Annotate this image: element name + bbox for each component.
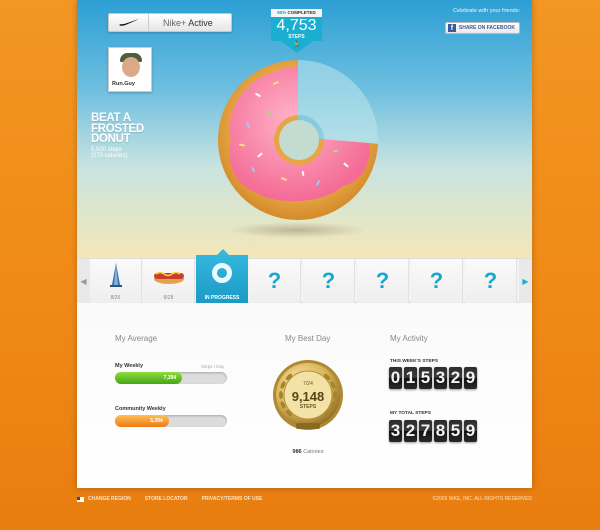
store-locator-link[interactable]: STORE LOCATOR [145,496,188,502]
my-average-title: My Average [115,334,158,343]
question-icon: ? [483,268,498,293]
challenge-title-1: BEAT A [91,112,131,124]
best-day-date: 7/24 [303,381,313,387]
brand-name: Active [188,17,213,28]
carousel-item-date: 8/26 [110,295,121,301]
calories-value: 986 [292,449,302,455]
challenge-title-3: DONUT [91,133,131,145]
community-weekly-bar: 5,394 [115,415,169,427]
counter-digit: 7 [419,420,432,442]
calories-label: Calories [303,449,324,455]
carousel-item-status: IN PROGRESS [204,295,240,301]
hotdog-icon [154,271,184,284]
community-weekly-label: Community Weekly [115,406,166,412]
my-activity-title: My Activity [390,334,428,343]
my-weekly-value: 7,394 [163,375,177,381]
question-icon: ? [267,268,282,293]
donut-shadow [227,222,367,238]
avatar [112,51,148,79]
challenge-info: BEAT A FROSTED DONUT 5,500 steps (270 ca… [91,113,144,159]
flag-icon [77,496,84,502]
counter-digit: 5 [419,367,432,389]
counter-digit: 2 [449,367,462,389]
best-day-steps: 9,148 [291,389,325,404]
counter-digit: 9 [464,420,477,442]
hero-section: Nike+ Active Run.Guy 80% COMPLETED 4,753… [77,0,532,258]
privacy-terms-link[interactable]: PRIVACY/TERMS OF USE [202,496,263,502]
best-day-title: My Best Day [285,334,331,343]
week-steps-counter: 0 1 5 3 2 9 [389,367,477,389]
goal-progress-badge: 80% COMPLETED 4,753 STEPS 🏃 [271,9,322,53]
main-panel: Nike+ Active Run.Guy 80% COMPLETED 4,753… [77,0,532,488]
carousel-next-button[interactable]: ▶ [519,259,532,304]
goal-steps-value: 4,753 [276,17,317,34]
question-icon: ? [321,268,336,293]
question-icon: ? [375,268,390,293]
nike-swoosh-icon [109,14,149,31]
counter-digit: 9 [464,367,477,389]
share-prompt: Celebrate with your friends: [453,8,520,14]
week-steps-label: THIS WEEK'S STEPS [390,359,439,364]
total-steps-label: MY TOTAL STEPS [390,411,431,416]
counter-digit: 8 [434,420,447,442]
counter-digit: 5 [449,420,462,442]
carousel-item-locked[interactable]: ? [249,259,301,304]
stats-section: My Average My Weekly Steps / Day 7,394 C… [77,303,532,488]
community-weekly-value: 5,394 [150,418,163,424]
brand-prefix: Nike+ [163,17,187,28]
best-day-medal: 7/24 9,148 STEPS [272,359,344,431]
carousel-item-date: 8/28 [163,295,174,301]
footer-links: CHANGE REGION STORE LOCATOR PRIVACY/TERM… [77,496,276,502]
carousel-item-hotdog[interactable]: 8/28 [143,259,195,304]
goal-percent-label: 80% COMPLETED [271,9,322,17]
profile-card[interactable]: Run.Guy [108,47,152,92]
carousel-item-donut-active[interactable]: IN PROGRESS [196,249,248,304]
challenge-carousel: ◀ 8/26 8/28 IN PROGRESS ? ? ? ? ? ▶ [77,249,532,304]
counter-digit: 3 [434,367,447,389]
best-day-unit: STEPS [299,404,317,410]
challenge-calories: (270 calories) [91,152,128,159]
my-weekly-bar-track: 7,394 [115,372,227,384]
counter-digit: 2 [404,420,417,442]
carousel-item-locked[interactable]: ? [465,259,517,304]
copyright: ©2009 NIKE, INC. ALL RIGHTS RESERVED [432,496,532,502]
total-steps-counter: 3 2 7 8 5 9 [389,420,477,442]
my-weekly-label: My Weekly [115,363,144,369]
steps-per-day-hint: Steps / Day [201,364,225,369]
change-region-link[interactable]: CHANGE REGION [88,496,131,502]
donut-icon [212,263,232,283]
runner-icon: 🏃 [292,42,301,49]
my-weekly-bar: 7,394 [115,372,183,384]
share-facebook-button[interactable]: f SHARE ON FACEBOOK [444,22,520,34]
counter-digit: 3 [389,420,402,442]
carousel-item-locked[interactable]: ? [357,259,409,304]
nike-plus-tab[interactable]: Nike+ Active [108,13,232,32]
facebook-icon: f [447,24,456,32]
carousel-prev-button[interactable]: ◀ [77,259,90,304]
carousel-item-locked[interactable]: ? [411,259,463,304]
counter-digit: 1 [404,367,417,389]
brand-label: Nike+ Active [149,18,213,28]
carousel-item-locked[interactable]: ? [303,259,355,304]
carousel-item-tower[interactable]: 8/26 [90,259,142,304]
tower-icon [110,263,122,287]
counter-digit: 0 [389,367,402,389]
goal-steps-unit: STEPS [288,34,305,40]
footer: CHANGE REGION STORE LOCATOR PRIVACY/TERM… [0,488,600,530]
share-button-label: SHARE ON FACEBOOK [458,25,515,31]
share-area: Celebrate with your friends: f SHARE ON … [444,8,520,35]
profile-name: Run.Guy [112,81,135,87]
community-weekly-bar-track: 5,394 [115,415,227,427]
best-day-calories: 986 Calories [265,449,351,455]
donut-illustration [218,60,378,220]
question-icon: ? [429,268,444,293]
